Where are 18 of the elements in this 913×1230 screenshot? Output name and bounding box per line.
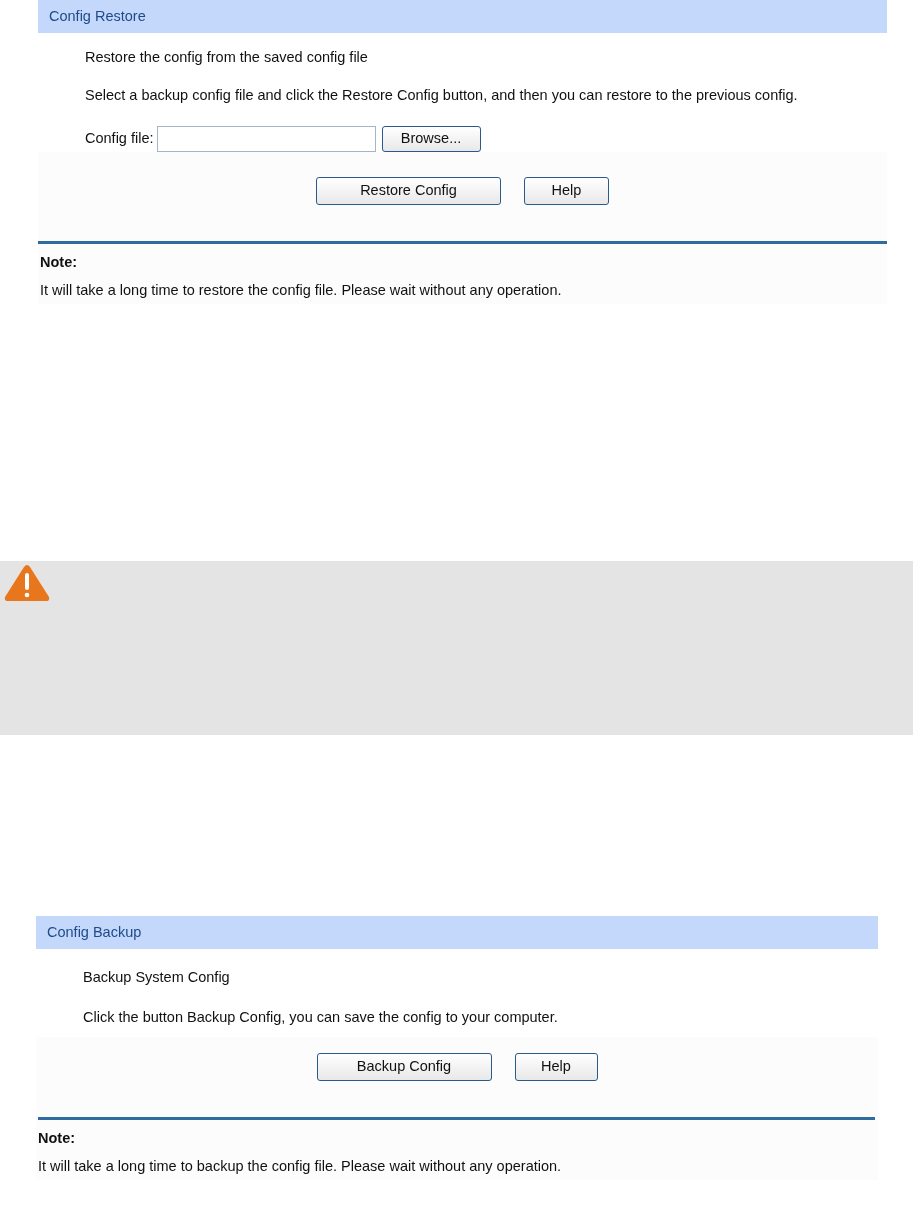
help-button[interactable]: Help [514, 1053, 598, 1081]
panel-title: Config Restore [38, 0, 887, 33]
action-button[interactable]: Backup Config [316, 1053, 492, 1081]
description-text: Backup System Config [83, 968, 231, 987]
description-text: Select a backup config file and click the Restore Config button, and then you can restore to the previous config. [85, 86, 799, 105]
file-path-field[interactable] [156, 126, 376, 152]
warning-icon [4, 564, 50, 602]
description-text: Restore the config from the saved config file [85, 48, 369, 67]
action-button[interactable]: Restore Config [316, 177, 501, 205]
browse-button[interactable]: Browse... [381, 126, 481, 152]
description-text: Click the button Backup Config, you can save the config to your computer. [83, 1008, 559, 1027]
note-text: It will take a long time to backup the config file. Please wait without any operation. [37, 1157, 563, 1176]
note-text: It will take a long time to restore the config file. Please wait without any operation. [39, 281, 563, 300]
note-title: Note: [37, 1129, 77, 1148]
note-title: Note: [39, 253, 79, 272]
help-button[interactable]: Help [524, 177, 609, 205]
field-label: Config file: [85, 129, 154, 149]
panel-title: Config Backup [36, 916, 878, 949]
